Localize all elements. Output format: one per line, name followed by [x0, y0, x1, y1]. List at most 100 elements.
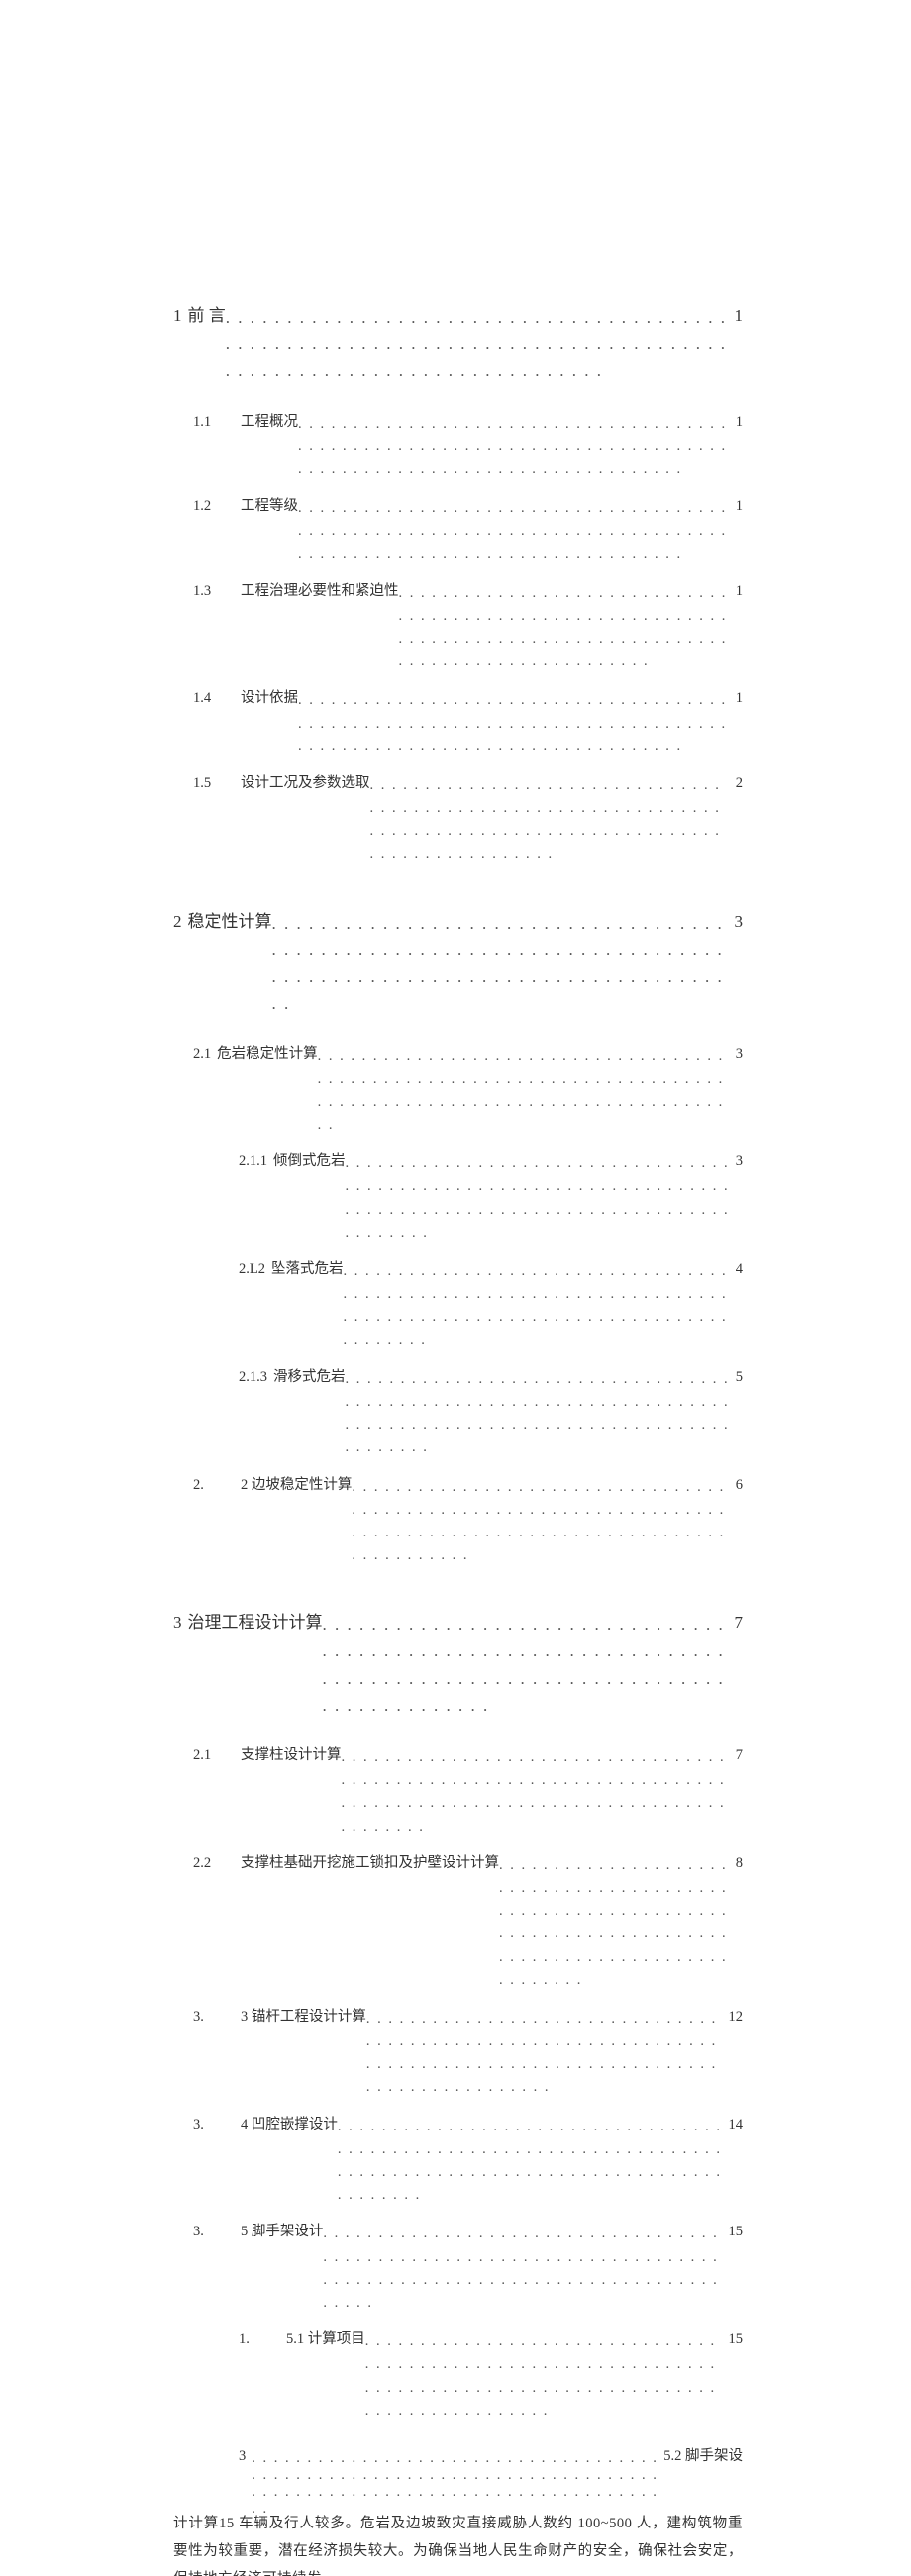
- toc-title: 倾倒式危岩: [273, 1150, 346, 1173]
- toc-leader: [252, 2450, 659, 2518]
- toc-page: 3: [731, 908, 744, 935]
- toc-leader: [272, 910, 731, 1018]
- toc-leader: [346, 1368, 732, 1460]
- toc-leader: [323, 2223, 724, 2315]
- toc-entry-h3: 1. 5.1 计算项目 15: [173, 2328, 743, 2421]
- toc-title: 设计工况及参数选取: [241, 772, 370, 795]
- toc-number: 2.1.1: [239, 1150, 267, 1173]
- toc-number: 2.L2: [239, 1258, 265, 1281]
- toc-page: 3: [732, 1150, 743, 1173]
- toc-leader: [352, 1476, 731, 1568]
- toc-number: 3.: [193, 2221, 235, 2243]
- toc-title: 设计依据: [241, 687, 298, 710]
- toc-entry-h2: 2.2 支撑柱基础开挖施工锁扣及护壁设计计算 8: [173, 1852, 743, 1990]
- toc-entry-h2: 1.1 工程概况 1: [173, 411, 743, 480]
- toc-page: 15: [725, 2221, 744, 2243]
- toc-entry-h1: 2 稳定性计算 3: [173, 908, 743, 1016]
- toc-title: 5 脚手架设计: [241, 2221, 323, 2243]
- toc-number: 2.: [193, 1474, 235, 1497]
- toc-number: 1.2: [193, 495, 235, 518]
- toc-title: 工程概况: [241, 411, 298, 434]
- toc-leader: [323, 1611, 731, 1719]
- toc-leader: [226, 304, 731, 385]
- toc-entry-h2: 1.4 设计依据 1: [173, 687, 743, 756]
- toc-entry-h2: 2.1 危岩稳定性计算 3: [173, 1043, 743, 1136]
- toc-title: 稳定性计算: [188, 908, 272, 935]
- body-paragraph: 计计算15 车辆及行人较多。危岩及边坡致灾直接威胁人数约 100~500 人，建…: [173, 2510, 743, 2576]
- toc-entry-wrap: 3 5.2 脚手架设: [173, 2444, 743, 2516]
- toc-page: 1: [732, 411, 743, 434]
- toc-number: 1.5: [193, 772, 235, 795]
- toc-number: 1.1: [193, 411, 235, 434]
- toc-title: 支撑柱设计计算: [241, 1744, 342, 1767]
- toc-page: 8: [732, 1852, 743, 1875]
- toc-title: 4 凹腔嵌撑设计: [241, 2114, 338, 2136]
- toc-leader: [499, 1854, 732, 1992]
- toc-leader: [342, 1746, 732, 1838]
- toc-leader: [338, 2116, 725, 2208]
- toc-leader: [346, 1152, 732, 1244]
- toc-entry-h3: 2.L2 坠落式危岩 4: [173, 1258, 743, 1350]
- toc-number: 2.1.3: [239, 1366, 267, 1389]
- toc-trail-text: 5.2 脚手架设: [659, 2444, 743, 2465]
- toc-title: 2 边坡稳定性计算: [241, 1474, 352, 1497]
- toc-leader: [399, 582, 732, 674]
- toc-entry-h3: 2.1.3 滑移式危岩 5: [173, 1366, 743, 1458]
- toc-number: 1.4: [193, 687, 235, 710]
- toc-page: 1: [732, 495, 743, 518]
- toc-number: 3: [239, 2448, 246, 2465]
- toc-page: 1: [731, 302, 744, 329]
- toc-leader: [365, 2330, 725, 2423]
- toc-page: 1: [732, 687, 743, 710]
- toc-title: 滑移式危岩: [273, 1366, 346, 1389]
- toc-entry-h2: 2.1 支撑柱设计计算 7: [173, 1744, 743, 1836]
- toc-leader: [366, 2008, 725, 2100]
- toc-title: 坠落式危岩: [271, 1258, 344, 1281]
- toc-leader: [318, 1045, 732, 1138]
- toc-page: 7: [732, 1744, 743, 1767]
- toc-number: 1.3: [193, 580, 235, 603]
- toc-number: 1.: [239, 2328, 280, 2351]
- toc-number: 2.2: [193, 1852, 235, 1875]
- toc-page: 1: [732, 580, 743, 603]
- toc-title: 工程等级: [241, 495, 298, 518]
- toc-leader: [370, 774, 732, 866]
- document-page: 1 前 言 1 1.1 工程概况 1 1.2 工程等级 1 1.3 工程治理必要…: [0, 0, 911, 1288]
- toc-number: 3.: [193, 2006, 235, 2029]
- toc-title: 治理工程设计计算: [188, 1609, 323, 1635]
- toc-page: 7: [731, 1609, 744, 1635]
- toc-entry-h2: 2. 2 边坡稳定性计算 6: [173, 1474, 743, 1566]
- toc-number: 3.: [193, 2114, 235, 2136]
- toc-title: 支撑柱基础开挖施工锁扣及护壁设计计算: [241, 1852, 499, 1875]
- toc-page: 2: [732, 772, 743, 795]
- toc-entry-h1: 1 前 言 1: [173, 302, 743, 383]
- toc-number: 3: [173, 1609, 182, 1635]
- toc-leader: [343, 1260, 731, 1352]
- toc-title: 3 锚杆工程设计计算: [241, 2006, 366, 2029]
- toc-leader: [298, 413, 732, 482]
- toc-entry-h2: 3. 3 锚杆工程设计计算 12: [173, 2006, 743, 2098]
- toc-page: 3: [732, 1043, 743, 1066]
- toc-number: 2.1: [193, 1744, 235, 1767]
- toc-entry-h3: 2.1.1 倾倒式危岩 3: [173, 1150, 743, 1242]
- toc-number: 1: [173, 302, 182, 329]
- toc-page: 4: [732, 1258, 743, 1281]
- toc-entry-h2: 3. 5 脚手架设计 15: [173, 2221, 743, 2313]
- toc-title: 工程治理必要性和紧迫性: [241, 580, 399, 603]
- toc-entry-h2: 1.2 工程等级 1: [173, 495, 743, 564]
- toc-page: 15: [725, 2328, 744, 2351]
- toc-page: 6: [732, 1474, 743, 1497]
- toc-number: 2: [173, 908, 182, 935]
- toc-entry-h2: 1.3 工程治理必要性和紧迫性 1: [173, 580, 743, 672]
- toc-leader: [298, 497, 732, 566]
- toc-entry-h1: 3 治理工程设计计算 7: [173, 1609, 743, 1717]
- toc-number: 2.1: [193, 1043, 211, 1066]
- toc-leader: [298, 689, 732, 758]
- toc-entry-h2: 3. 4 凹腔嵌撑设计 14: [173, 2114, 743, 2206]
- toc-page: 14: [725, 2114, 744, 2136]
- toc-title: 危岩稳定性计算: [217, 1043, 318, 1066]
- toc-title: 前 言: [188, 302, 226, 329]
- toc-page: 5: [732, 1366, 743, 1389]
- toc-page: 12: [725, 2006, 744, 2029]
- toc-entry-h2: 1.5 设计工况及参数选取 2: [173, 772, 743, 864]
